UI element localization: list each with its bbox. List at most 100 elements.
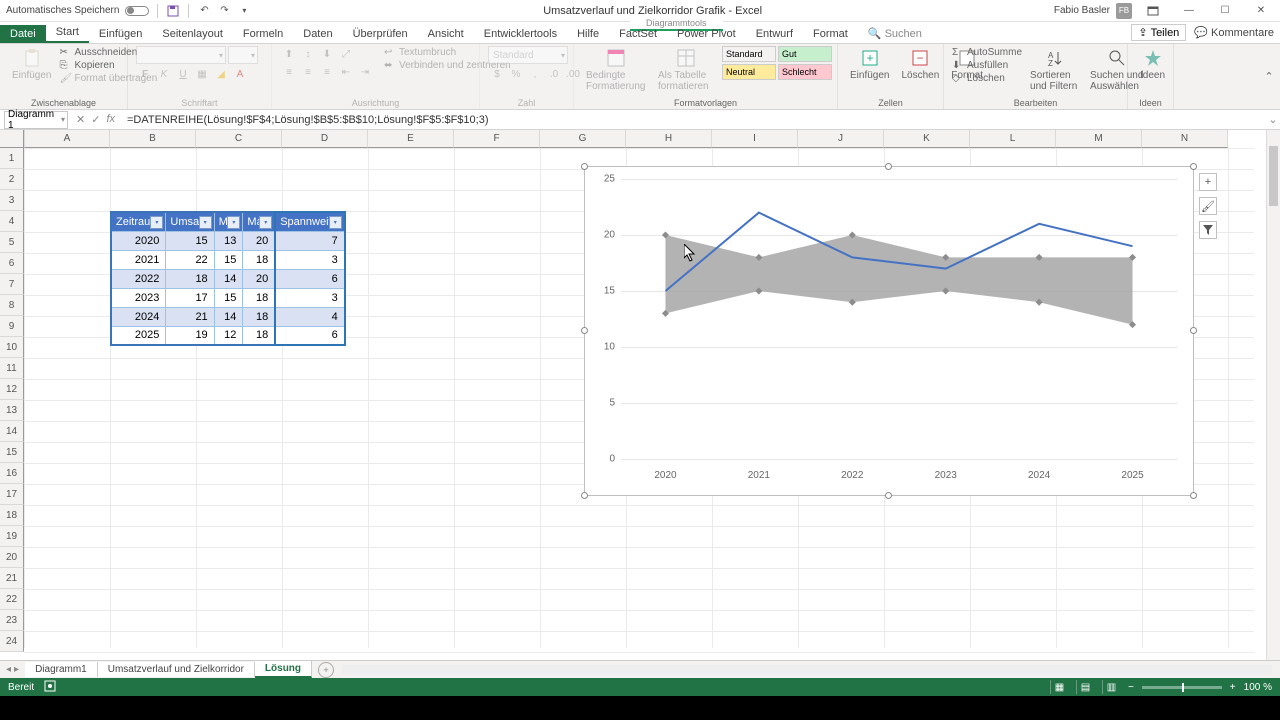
- enter-formula-icon[interactable]: ✓: [91, 113, 100, 126]
- macro-record-icon[interactable]: [44, 680, 56, 695]
- percent-button[interactable]: %: [507, 66, 525, 82]
- align-right-button[interactable]: ≡: [318, 64, 336, 80]
- filter-icon[interactable]: ▾: [227, 216, 240, 229]
- name-box[interactable]: Diagramm 1▾: [4, 111, 68, 129]
- paste-button[interactable]: Einfügen: [8, 46, 55, 83]
- minimize-button[interactable]: —: [1174, 1, 1204, 21]
- tab-home[interactable]: Start: [46, 23, 89, 43]
- user-avatar[interactable]: FB: [1116, 3, 1132, 19]
- table-row[interactable]: 20231715183: [111, 288, 345, 307]
- user-name[interactable]: Fabio Basler: [1054, 5, 1110, 16]
- collapse-ribbon-button[interactable]: ⌃: [1264, 70, 1280, 83]
- zoom-in-button[interactable]: +: [1230, 682, 1236, 693]
- cell-style-standard[interactable]: Standard: [722, 46, 776, 62]
- save-icon[interactable]: [166, 4, 180, 18]
- th-max[interactable]: Max▾: [243, 212, 275, 231]
- indent-inc-button[interactable]: ⇥: [356, 64, 374, 80]
- sheet-tab-umsatz[interactable]: Umsatzverlauf und Zielkorridor: [98, 662, 255, 677]
- cell-style-neutral[interactable]: Neutral: [722, 64, 776, 80]
- table-row[interactable]: 20242114184: [111, 307, 345, 326]
- filter-icon[interactable]: ▾: [329, 216, 342, 229]
- qat-customize-icon[interactable]: ▾: [237, 4, 251, 18]
- sheet-nav-next[interactable]: ▸: [14, 664, 19, 675]
- cancel-formula-icon[interactable]: ✕: [76, 113, 85, 126]
- cell-style-bad[interactable]: Schlecht: [778, 64, 832, 80]
- row-headers[interactable]: 123456789101112131415161718192021222324: [0, 148, 24, 652]
- filter-icon[interactable]: ▾: [150, 216, 163, 229]
- redo-icon[interactable]: ↷: [217, 4, 231, 18]
- format-as-table-button[interactable]: Als Tabelle formatieren: [654, 46, 718, 94]
- chart-object[interactable]: 0510152025202020212022202320242025 + 🖌: [584, 166, 1194, 496]
- table-row[interactable]: 20212215183: [111, 250, 345, 269]
- font-size-combo[interactable]: [228, 46, 258, 64]
- th-umsatz[interactable]: Umsatz▾: [166, 212, 214, 231]
- font-family-combo[interactable]: [136, 46, 226, 64]
- sheet-tab-diagramm1[interactable]: Diagramm1: [25, 662, 98, 677]
- autosave-toggle[interactable]: [125, 6, 149, 16]
- th-zeitraum[interactable]: Zeitraum▾: [111, 212, 166, 231]
- tab-design[interactable]: Entwurf: [746, 25, 803, 43]
- tab-help[interactable]: Hilfe: [567, 25, 609, 43]
- zoom-level[interactable]: 100 %: [1244, 682, 1272, 693]
- bold-button[interactable]: F: [136, 66, 154, 82]
- chart-styles-button[interactable]: 🖌: [1199, 197, 1217, 215]
- tab-developer[interactable]: Entwicklertools: [474, 25, 567, 43]
- th-spannweite[interactable]: Spannweite▾: [275, 212, 345, 231]
- tab-review[interactable]: Überprüfen: [343, 25, 418, 43]
- tab-layout[interactable]: Seitenlayout: [152, 25, 233, 43]
- tab-file[interactable]: Datei: [0, 25, 46, 43]
- chart-filter-button[interactable]: [1199, 221, 1217, 239]
- comments-button[interactable]: 💬Kommentare: [1194, 26, 1274, 39]
- th-min[interactable]: Min▾: [214, 212, 243, 231]
- font-color-button[interactable]: A: [231, 66, 249, 82]
- conditional-formatting-button[interactable]: Bedingte Formatierung: [582, 46, 650, 94]
- align-top-button[interactable]: ⬆: [280, 46, 298, 62]
- cell-style-gut[interactable]: Gut: [778, 46, 832, 62]
- worksheet-area[interactable]: ABCDEFGHIJKLMN 1234567891011121314151617…: [0, 130, 1280, 660]
- view-page-layout-button[interactable]: ▤: [1076, 680, 1094, 694]
- inc-decimal-button[interactable]: .0: [545, 66, 563, 82]
- search-tell-me[interactable]: 🔍Suchen: [858, 24, 932, 43]
- orientation-button[interactable]: ⤢: [337, 46, 355, 62]
- align-bottom-button[interactable]: ⬇: [318, 46, 336, 62]
- chart-elements-button[interactable]: +: [1199, 173, 1217, 191]
- table-row[interactable]: 20221814206: [111, 269, 345, 288]
- tab-formulas[interactable]: Formeln: [233, 25, 293, 43]
- new-sheet-button[interactable]: +: [318, 662, 334, 678]
- delete-cells-button[interactable]: −Löschen: [897, 46, 943, 83]
- fx-icon[interactable]: fx: [106, 113, 115, 126]
- indent-dec-button[interactable]: ⇤: [337, 64, 355, 80]
- vertical-scrollbar[interactable]: [1266, 130, 1280, 660]
- horizontal-scrollbar[interactable]: [342, 665, 1272, 675]
- tab-format[interactable]: Format: [803, 25, 858, 43]
- column-headers[interactable]: ABCDEFGHIJKLMN: [24, 130, 1228, 148]
- tab-data[interactable]: Daten: [293, 25, 342, 43]
- currency-button[interactable]: $: [488, 66, 506, 82]
- table-row[interactable]: 20201513207: [111, 231, 345, 250]
- align-middle-button[interactable]: ↕: [299, 46, 317, 62]
- tab-powerpivot[interactable]: Power Pivot: [667, 25, 746, 43]
- filter-icon[interactable]: ▾: [259, 216, 272, 229]
- number-format-combo[interactable]: Standard: [488, 46, 568, 64]
- border-button[interactable]: ▦: [193, 66, 211, 82]
- zoom-slider[interactable]: [1142, 686, 1222, 689]
- filter-icon[interactable]: ▾: [199, 216, 212, 229]
- italic-button[interactable]: K: [155, 66, 173, 82]
- tab-factset[interactable]: FactSet: [609, 25, 667, 43]
- view-normal-button[interactable]: ▦: [1050, 680, 1068, 694]
- zoom-out-button[interactable]: −: [1128, 682, 1134, 693]
- sheet-tab-loesung[interactable]: Lösung: [255, 661, 312, 678]
- select-all-triangle[interactable]: [0, 130, 24, 148]
- expand-formula-bar[interactable]: ⌄: [1266, 113, 1280, 126]
- undo-icon[interactable]: ↶: [197, 4, 211, 18]
- table-row[interactable]: 20251912186: [111, 326, 345, 345]
- fill-color-button[interactable]: ◢: [212, 66, 230, 82]
- ribbon-options-icon[interactable]: [1138, 1, 1168, 21]
- align-left-button[interactable]: ≡: [280, 64, 298, 80]
- sheet-nav-prev[interactable]: ◂: [6, 664, 11, 675]
- share-button[interactable]: ⇪Teilen: [1131, 24, 1186, 41]
- sort-filter-button[interactable]: AZSortieren und Filtern: [1026, 46, 1082, 94]
- view-page-break-button[interactable]: ▥: [1102, 680, 1120, 694]
- close-button[interactable]: ✕: [1246, 1, 1276, 21]
- formula-input[interactable]: =DATENREIHE(Lösung!$F$4;Lösung!$B$5:$B$1…: [123, 114, 1266, 126]
